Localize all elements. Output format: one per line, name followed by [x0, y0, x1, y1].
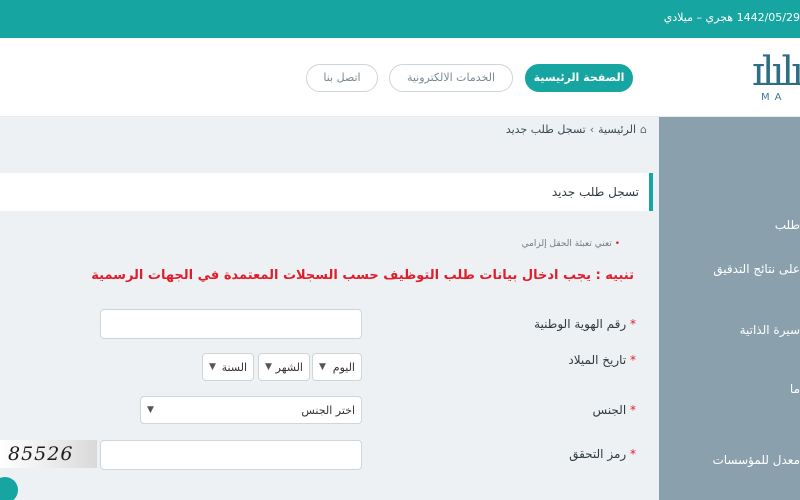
breadcrumb-current: تسجل طلب جديد: [505, 123, 586, 136]
national-id-input[interactable]: [100, 309, 362, 339]
chevron-down-icon: ▼: [319, 362, 326, 372]
gender-label-text: الجنس: [592, 403, 627, 417]
logo-subtext: MA: [761, 92, 787, 103]
required-note-text: تعني تعبئة الحقل إلزامي: [521, 239, 612, 249]
header: ɪlılı MA الصفحة الرئيسية الخدمات الالكتر…: [0, 38, 800, 117]
date-text: 1442/05/29 هجري – ميلادي: [663, 11, 800, 24]
sidebar: طلب على نتائج التدقيق سيرة الذاتية ما مع…: [659, 117, 800, 500]
warning-text: تنبيه : يجب ادخال بيانات طلب التوظيف حسب…: [91, 268, 634, 283]
title-accent-bar: [649, 173, 653, 211]
required-note: • تعني تعبئة الحقل إلزامي: [522, 239, 620, 249]
birth-date-label-text: تاريخ الميلاد: [568, 353, 627, 367]
chevron-down-icon: ▼: [265, 362, 272, 372]
nav-home-button[interactable]: الصفحة الرئيسية: [525, 64, 633, 92]
captcha-code: 85526: [8, 443, 74, 465]
required-star: •: [614, 239, 620, 249]
birth-day-value: اليوم: [332, 360, 355, 374]
sidebar-item-institutions[interactable]: معدل للمؤسسات: [712, 453, 800, 467]
logo-mark: ɪlılı: [752, 49, 800, 95]
nav-contact-button[interactable]: اتصل بنا: [306, 64, 378, 92]
main-content: ⌂ الرئيسية › تسجل طلب جديد تسجل طلب جديد…: [0, 117, 659, 500]
birth-month-value: الشهر: [275, 360, 303, 374]
sidebar-item-audit-results[interactable]: على نتائج التدقيق: [713, 262, 800, 276]
home-icon[interactable]: ⌂: [640, 123, 647, 136]
breadcrumb-home[interactable]: الرئيسية: [598, 123, 636, 136]
chat-button[interactable]: [0, 477, 18, 500]
breadcrumb-separator: ›: [589, 123, 595, 136]
breadcrumb: ⌂ الرئيسية › تسجل طلب جديد: [506, 123, 647, 136]
required-mark: *: [630, 317, 636, 331]
gender-select[interactable]: اختر الجنس ▼: [140, 396, 362, 424]
required-mark: *: [630, 403, 636, 417]
birth-year-value: السنة: [221, 360, 247, 374]
chevron-down-icon: ▼: [147, 405, 154, 415]
national-id-label-text: رقم الهوية الوطنية: [534, 317, 627, 331]
page-header: تسجل طلب جديد: [0, 173, 653, 211]
chevron-down-icon: ▼: [209, 362, 216, 372]
required-mark: *: [630, 353, 636, 367]
national-id-label: * رقم الهوية الوطنية: [534, 317, 636, 331]
site-logo[interactable]: ɪlılı MA: [752, 48, 800, 108]
captcha-input[interactable]: [100, 440, 362, 470]
sidebar-item-misc[interactable]: ما: [790, 382, 800, 396]
birth-day-select[interactable]: اليوم ▼: [312, 353, 362, 381]
sidebar-item-cv[interactable]: سيرة الذاتية: [740, 323, 800, 337]
captcha-label: * رمز التحقق: [569, 447, 636, 461]
gender-label: * الجنس: [593, 403, 636, 417]
birth-year-select[interactable]: السنة ▼: [202, 353, 254, 381]
birth-month-select[interactable]: الشهر ▼: [258, 353, 310, 381]
captcha-label-text: رمز التحقق: [569, 447, 627, 461]
required-mark: *: [630, 447, 636, 461]
page-title: تسجل طلب جديد: [551, 185, 639, 199]
birth-date-label: * تاريخ الميلاد: [568, 353, 636, 367]
top-bar: 1442/05/29 هجري – ميلادي: [0, 0, 800, 38]
sidebar-item-request[interactable]: طلب: [775, 218, 800, 232]
gender-value: اختر الجنس: [301, 403, 355, 417]
nav-services-button[interactable]: الخدمات الالكترونية: [389, 64, 513, 92]
captcha-image: 85526: [0, 440, 97, 468]
